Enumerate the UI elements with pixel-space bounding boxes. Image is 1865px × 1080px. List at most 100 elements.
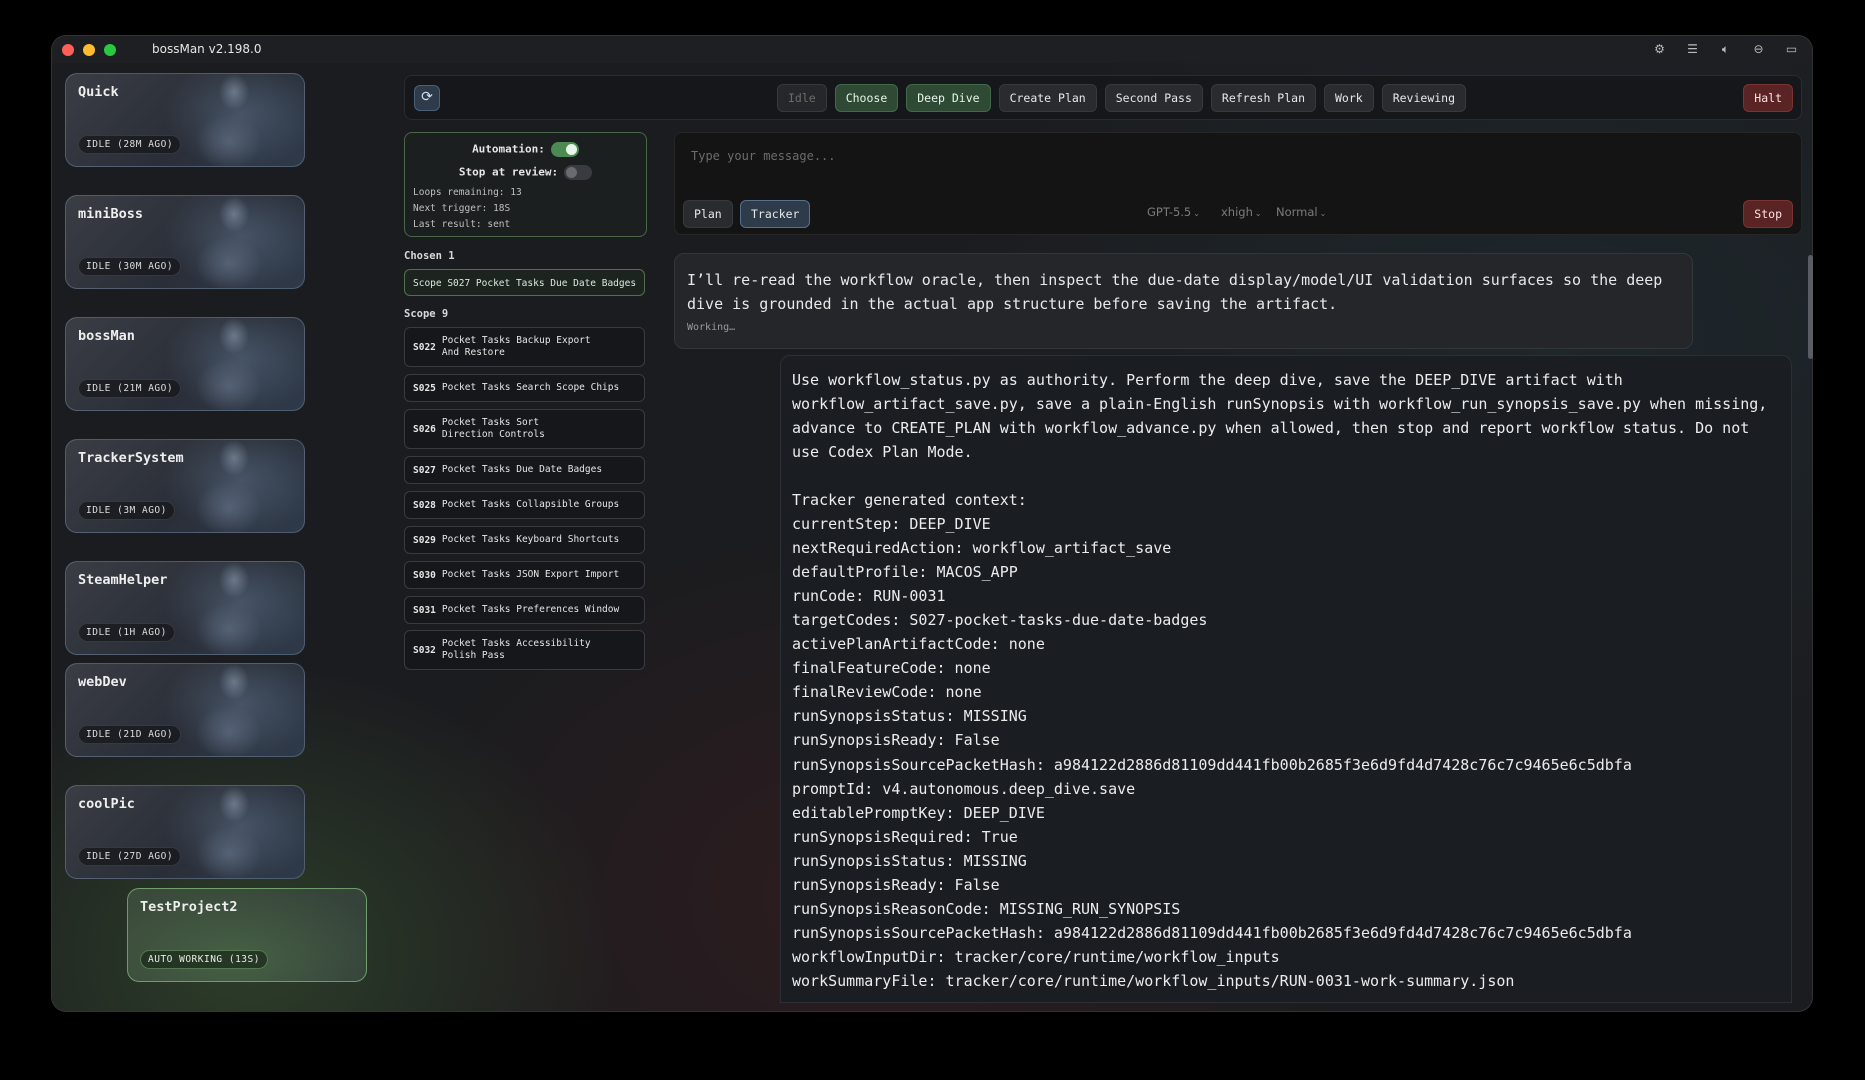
scope-title: Pocket Tasks Search Scope Chips [441,382,620,393]
scope-code: S022 [413,341,436,353]
chosen-scope-item[interactable]: Scope S027 Pocket Tasks Due Date Badges [404,269,645,296]
project-card-steamhelper[interactable]: SteamHelper IDLE (1H AGO) [65,561,305,655]
project-card-bossman[interactable]: bossMan IDLE (21M AGO) [65,317,305,411]
stop-button[interactable]: Stop [1743,200,1793,228]
speed-select-value: Normal [1276,205,1318,219]
next-trigger: Next trigger: 18S [413,203,511,214]
plan-mode-button[interactable]: Plan [683,200,733,228]
context-line: finalReviewCode: none [792,683,982,702]
scope-label: Scope 9 [404,308,449,320]
character-figure-image [174,196,294,288]
scope-code: S028 [413,499,436,511]
step-idle-button[interactable]: Idle [777,84,827,112]
project-status-badge: IDLE (28M AGO) [78,135,182,154]
last-result: Last result: sent [413,219,511,230]
scope-title: Pocket Tasks Keyboard Shortcuts [441,534,620,545]
project-card-testproject2[interactable]: TestProject2 AUTO WORKING (13S) [127,888,367,982]
project-status-badge: AUTO WORKING (13S) [140,950,268,969]
step-refresh-plan-button[interactable]: Refresh Plan [1210,84,1316,112]
project-name: miniBoss [78,206,144,222]
scope-item-s022[interactable]: S022 Pocket Tasks Backup Export And Resto… [404,327,645,367]
project-status-badge: IDLE (1H AGO) [78,623,175,642]
stop-at-review-label: Stop at review: [458,165,559,179]
close-window-button[interactable] [62,44,74,56]
zoom-window-button[interactable] [104,44,116,56]
transcript-scrollbar[interactable] [1808,255,1813,359]
model-select[interactable]: GPT-5.5 ⌄ [1147,205,1200,219]
context-line: runSynopsisRequired: True [792,827,1018,846]
scope-item-s026[interactable]: S026 Pocket Tasks Sort Direction Controls [404,409,645,449]
context-line: workflowInputDir: tracker/core/runtime/w… [792,947,1280,966]
scope-item-s030[interactable]: S030 Pocket Tasks JSON Export Import [404,561,645,589]
chat-icon[interactable]: ▭ [1783,41,1800,58]
context-line: runSynopsisStatus: MISSING [792,851,1027,870]
scope-item-s028[interactable]: S028 Pocket Tasks Collapsible Groups [404,491,645,519]
step-deep-dive-button[interactable]: Deep Dive [906,84,991,112]
project-card-miniboss[interactable]: miniBoss IDLE (30M AGO) [65,195,305,289]
scope-item-s025[interactable]: S025 Pocket Tasks Search Scope Chips [404,374,645,402]
character-figure-image [174,562,294,654]
app-title: bossMan v2.198.0 [152,42,262,56]
context-line: runSynopsisReady: False [792,875,1000,894]
halt-button[interactable]: Halt [1743,84,1793,112]
step-reviewing-button[interactable]: Reviewing [1381,84,1467,112]
scope-item-s031[interactable]: S031 Pocket Tasks Preferences Window [404,596,645,624]
character-figure-image [174,318,294,410]
minimize-window-button[interactable] [83,44,95,56]
effort-select[interactable]: xhigh ⌄ [1221,205,1262,219]
scope-item-s029[interactable]: S029 Pocket Tasks Keyboard Shortcuts [404,526,645,554]
context-line: nextRequiredAction: workflow_artifact_sa… [792,539,1172,558]
context-line: runSynopsisSourcePacketHash: a984122d288… [792,923,1632,942]
refresh-icon[interactable]: ⟳ [414,85,440,111]
speaker-icon[interactable]: 🔈︎ [1717,41,1734,58]
scope-item-s032[interactable]: S032 Pocket Tasks Accessibility Polish Pa… [404,630,645,670]
character-figure-image [174,786,294,878]
scope-code: S025 [413,382,436,394]
speed-select[interactable]: Normal ⌄ [1276,205,1326,219]
scope-code: S029 [413,534,436,546]
gear-icon[interactable]: ⚙ [1651,41,1668,58]
step-choose-button[interactable]: Choose [834,84,899,112]
project-name: bossMan [78,328,135,344]
context-line: workSummaryFile: tracker/core/runtime/wo… [792,971,1515,990]
project-name: TrackerSystem [78,450,184,466]
user-message-instruction: Use workflow_status.py as authority. Per… [792,371,1768,461]
chevron-down-icon: ⌄ [1319,209,1327,218]
step-second-pass-button[interactable]: Second Pass [1104,84,1203,112]
chevron-down-icon: ⌄ [1193,209,1200,218]
loops-remaining: Loops remaining: 13 [413,187,522,198]
project-status-badge: IDLE (30M AGO) [78,257,182,276]
automation-label: Automation: [472,142,545,156]
context-line: finalFeatureCode: none [792,659,991,678]
scope-code: S027 [413,464,436,476]
character-figure-image [174,664,294,756]
message-input[interactable] [689,143,1693,169]
minus-circle-icon[interactable]: ⊖ [1750,41,1767,58]
scope-item-s027[interactable]: S027 Pocket Tasks Due Date Badges [404,456,645,484]
context-lines-list: Tracker generated context: currentStep: D… [792,488,1632,993]
scope-title: Pocket Tasks Accessibility Polish Pass [441,638,591,661]
project-status-badge: IDLE (3M AGO) [78,501,175,520]
tracker-mode-button[interactable]: Tracker [740,200,811,228]
step-work-button[interactable]: Work [1324,84,1374,112]
message-composer: Plan Tracker GPT-5.5⌄ xhigh⌄ Normal⌄ Sto… [674,132,1802,235]
context-line: currentStep: DEEP_DIVE [792,515,991,534]
project-card-trackersystem[interactable]: TrackerSystem IDLE (3M AGO) [65,439,305,533]
project-card-quick[interactable]: Quick IDLE (28M AGO) [65,73,305,167]
context-line: defaultProfile: MACOS_APP [792,563,1018,582]
list-icon[interactable]: ☰ [1684,41,1701,58]
character-figure-image [174,74,294,166]
step-create-plan-button[interactable]: Create Plan [998,84,1097,112]
context-line: Tracker generated context: [792,491,1027,509]
project-name: coolPic [78,796,135,812]
automation-toggle[interactable] [550,142,579,157]
context-line: promptId: v4.autonomous.deep_dive.save [792,779,1136,798]
project-name: TestProject2 [140,899,238,915]
project-card-webdev[interactable]: webDev IDLE (21D AGO) [65,663,305,757]
stop-at-review-toggle[interactable] [564,165,593,180]
context-line: runCode: RUN-0031 [792,587,946,606]
context-line: targetCodes: S027-pocket-tasks-due-date-… [792,611,1208,630]
chosen-label: Chosen 1 [404,250,455,262]
project-card-coolpic[interactable]: coolPic IDLE (27D AGO) [65,785,305,879]
scope-title: Pocket Tasks Sort Direction Controls [441,417,545,440]
